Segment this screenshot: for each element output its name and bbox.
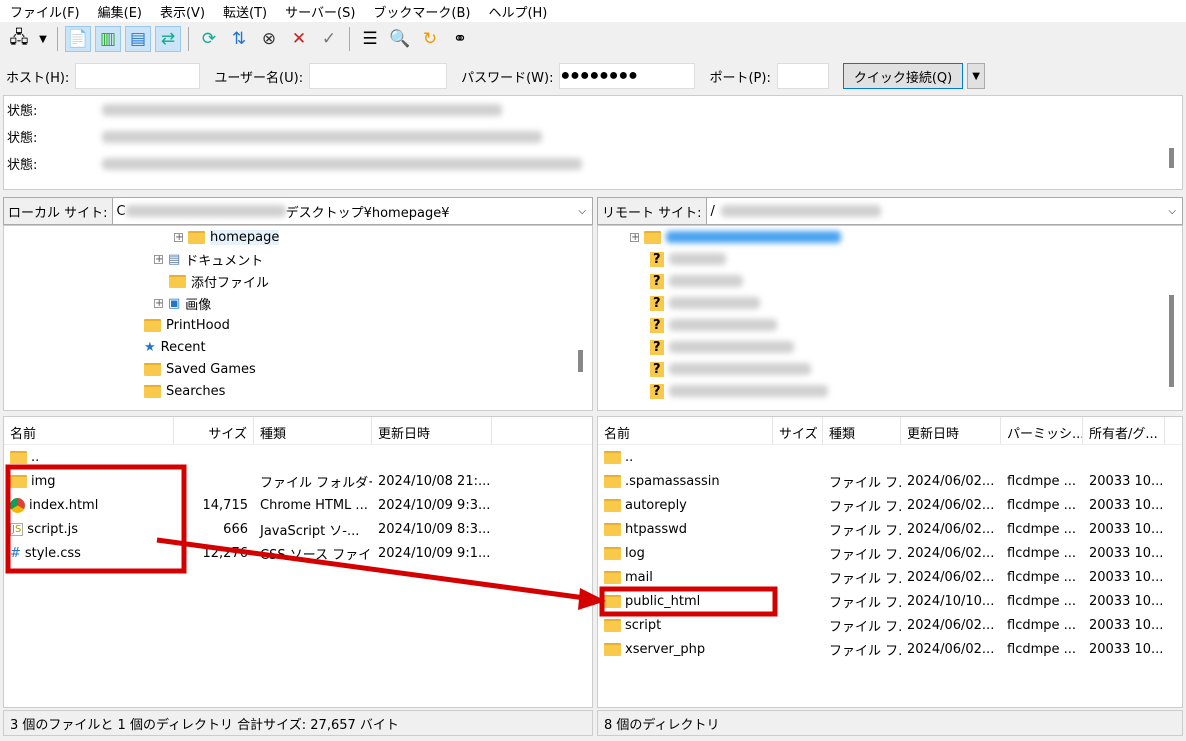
annotation-box-local (5, 464, 187, 574)
annotation-arrow (156, 537, 586, 601)
annotation-overlay (5, 464, 778, 617)
annotation-box-public-html (599, 586, 778, 617)
